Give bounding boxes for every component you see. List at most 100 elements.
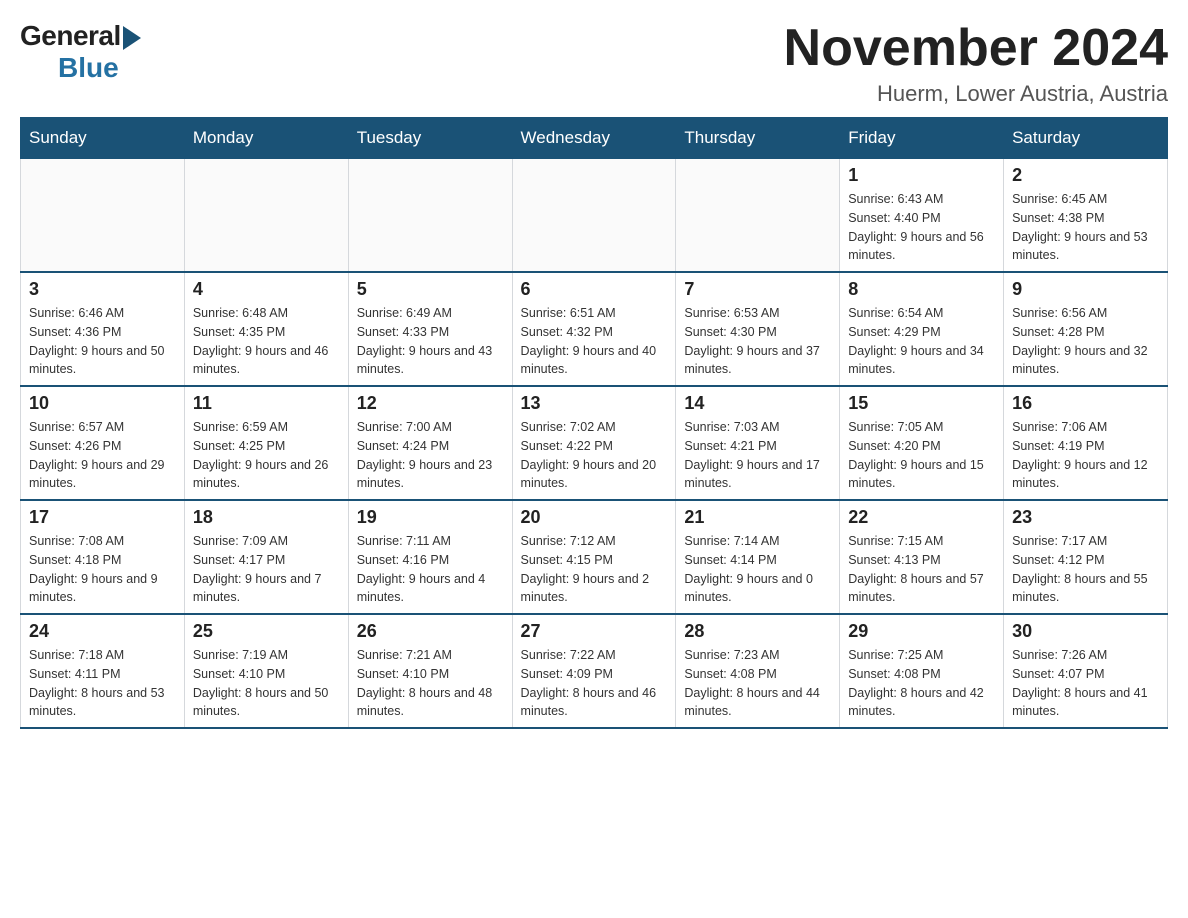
day-cell: 14 Sunrise: 7:03 AM Sunset: 4:21 PM Dayli… (676, 386, 840, 500)
day-number: 1 (848, 165, 995, 186)
day-info: Sunrise: 7:11 AM Sunset: 4:16 PM Dayligh… (357, 532, 504, 607)
day-cell: 27 Sunrise: 7:22 AM Sunset: 4:09 PM Dayli… (512, 614, 676, 728)
day-info: Sunrise: 6:45 AM Sunset: 4:38 PM Dayligh… (1012, 190, 1159, 265)
day-cell (348, 159, 512, 273)
day-cell (21, 159, 185, 273)
day-number: 2 (1012, 165, 1159, 186)
day-info: Sunrise: 7:12 AM Sunset: 4:15 PM Dayligh… (521, 532, 668, 607)
day-info: Sunrise: 7:21 AM Sunset: 4:10 PM Dayligh… (357, 646, 504, 721)
day-number: 17 (29, 507, 176, 528)
day-cell (512, 159, 676, 273)
day-info: Sunrise: 7:06 AM Sunset: 4:19 PM Dayligh… (1012, 418, 1159, 493)
day-info: Sunrise: 6:48 AM Sunset: 4:35 PM Dayligh… (193, 304, 340, 379)
day-number: 20 (521, 507, 668, 528)
day-cell (676, 159, 840, 273)
week-row-5: 24Sunrise: 7:18 AM Sunset: 4:11 PM Dayli… (21, 614, 1168, 728)
calendar-table: SundayMondayTuesdayWednesdayThursdayFrid… (20, 117, 1168, 729)
day-info: Sunrise: 7:09 AM Sunset: 4:17 PM Dayligh… (193, 532, 340, 607)
day-info: Sunrise: 7:02 AM Sunset: 4:22 PM Dayligh… (521, 418, 668, 493)
day-cell: 23 Sunrise: 7:17 AM Sunset: 4:12 PM Dayli… (1004, 500, 1168, 614)
day-info: Sunrise: 7:23 AM Sunset: 4:08 PM Dayligh… (684, 646, 831, 721)
day-info: Sunrise: 6:49 AM Sunset: 4:33 PM Dayligh… (357, 304, 504, 379)
day-cell: 28 Sunrise: 7:23 AM Sunset: 4:08 PM Dayli… (676, 614, 840, 728)
day-number: 21 (684, 507, 831, 528)
title-block: November 2024 Huerm, Lower Austria, Aust… (784, 20, 1168, 107)
day-info: Sunrise: 7:00 AM Sunset: 4:24 PM Dayligh… (357, 418, 504, 493)
day-cell: 6Sunrise: 6:51 AM Sunset: 4:32 PM Daylig… (512, 272, 676, 386)
day-info: Sunrise: 7:14 AM Sunset: 4:14 PM Dayligh… (684, 532, 831, 607)
header-cell-sunday: Sunday (21, 118, 185, 159)
day-cell: 1 Sunrise: 6:43 AM Sunset: 4:40 PM Daylig… (840, 159, 1004, 273)
day-cell: 19 Sunrise: 7:11 AM Sunset: 4:16 PM Dayli… (348, 500, 512, 614)
day-cell: 30 Sunrise: 7:26 AM Sunset: 4:07 PM Dayli… (1004, 614, 1168, 728)
day-number: 14 (684, 393, 831, 414)
day-info: Sunrise: 7:15 AM Sunset: 4:13 PM Dayligh… (848, 532, 995, 607)
day-info: Sunrise: 6:43 AM Sunset: 4:40 PM Dayligh… (848, 190, 995, 265)
day-cell: 29 Sunrise: 7:25 AM Sunset: 4:08 PM Dayli… (840, 614, 1004, 728)
week-row-2: 3Sunrise: 6:46 AM Sunset: 4:36 PM Daylig… (21, 272, 1168, 386)
day-info: Sunrise: 7:26 AM Sunset: 4:07 PM Dayligh… (1012, 646, 1159, 721)
logo-blue: Blue (58, 52, 141, 84)
logo-arrow-icon (123, 26, 141, 50)
day-info: Sunrise: 6:54 AM Sunset: 4:29 PM Dayligh… (848, 304, 995, 379)
day-number: 25 (193, 621, 340, 642)
day-info: Sunrise: 6:51 AM Sunset: 4:32 PM Dayligh… (521, 304, 668, 379)
day-info: Sunrise: 6:53 AM Sunset: 4:30 PM Dayligh… (684, 304, 831, 379)
day-number: 28 (684, 621, 831, 642)
day-number: 26 (357, 621, 504, 642)
day-info: Sunrise: 7:19 AM Sunset: 4:10 PM Dayligh… (193, 646, 340, 721)
header-cell-friday: Friday (840, 118, 1004, 159)
day-number: 10 (29, 393, 176, 414)
day-number: 30 (1012, 621, 1159, 642)
day-info: Sunrise: 7:25 AM Sunset: 4:08 PM Dayligh… (848, 646, 995, 721)
day-cell (184, 159, 348, 273)
day-number: 23 (1012, 507, 1159, 528)
day-cell: 25 Sunrise: 7:19 AM Sunset: 4:10 PM Dayli… (184, 614, 348, 728)
day-number: 29 (848, 621, 995, 642)
header-cell-tuesday: Tuesday (348, 118, 512, 159)
calendar-header: SundayMondayTuesdayWednesdayThursdayFrid… (21, 118, 1168, 159)
day-number: 18 (193, 507, 340, 528)
day-info: Sunrise: 7:18 AM Sunset: 4:11 PM Dayligh… (29, 646, 176, 721)
day-number: 22 (848, 507, 995, 528)
day-number: 8 (848, 279, 995, 300)
day-cell: 24Sunrise: 7:18 AM Sunset: 4:11 PM Dayli… (21, 614, 185, 728)
day-cell: 7Sunrise: 6:53 AM Sunset: 4:30 PM Daylig… (676, 272, 840, 386)
week-row-3: 10 Sunrise: 6:57 AM Sunset: 4:26 PM Dayli… (21, 386, 1168, 500)
day-cell: 22 Sunrise: 7:15 AM Sunset: 4:13 PM Dayli… (840, 500, 1004, 614)
day-info: Sunrise: 7:22 AM Sunset: 4:09 PM Dayligh… (521, 646, 668, 721)
day-info: Sunrise: 7:17 AM Sunset: 4:12 PM Dayligh… (1012, 532, 1159, 607)
day-number: 9 (1012, 279, 1159, 300)
day-number: 11 (193, 393, 340, 414)
header-row: SundayMondayTuesdayWednesdayThursdayFrid… (21, 118, 1168, 159)
day-cell: 9 Sunrise: 6:56 AM Sunset: 4:28 PM Daylig… (1004, 272, 1168, 386)
day-number: 4 (193, 279, 340, 300)
day-cell: 10 Sunrise: 6:57 AM Sunset: 4:26 PM Dayli… (21, 386, 185, 500)
day-info: Sunrise: 7:03 AM Sunset: 4:21 PM Dayligh… (684, 418, 831, 493)
day-cell: 5 Sunrise: 6:49 AM Sunset: 4:33 PM Daylig… (348, 272, 512, 386)
logo: General Blue (20, 20, 141, 84)
day-cell: 26 Sunrise: 7:21 AM Sunset: 4:10 PM Dayli… (348, 614, 512, 728)
day-number: 15 (848, 393, 995, 414)
day-info: Sunrise: 6:56 AM Sunset: 4:28 PM Dayligh… (1012, 304, 1159, 379)
day-number: 27 (521, 621, 668, 642)
day-cell: 21 Sunrise: 7:14 AM Sunset: 4:14 PM Dayli… (676, 500, 840, 614)
day-cell: 20 Sunrise: 7:12 AM Sunset: 4:15 PM Dayli… (512, 500, 676, 614)
day-cell: 12 Sunrise: 7:00 AM Sunset: 4:24 PM Dayli… (348, 386, 512, 500)
day-cell: 18 Sunrise: 7:09 AM Sunset: 4:17 PM Dayli… (184, 500, 348, 614)
day-info: Sunrise: 6:57 AM Sunset: 4:26 PM Dayligh… (29, 418, 176, 493)
calendar-body: 1 Sunrise: 6:43 AM Sunset: 4:40 PM Daylig… (21, 159, 1168, 729)
day-number: 3 (29, 279, 176, 300)
day-number: 5 (357, 279, 504, 300)
page-header: General Blue November 2024 Huerm, Lower … (20, 20, 1168, 107)
day-number: 12 (357, 393, 504, 414)
day-cell: 13Sunrise: 7:02 AM Sunset: 4:22 PM Dayli… (512, 386, 676, 500)
day-cell: 3Sunrise: 6:46 AM Sunset: 4:36 PM Daylig… (21, 272, 185, 386)
day-cell: 8 Sunrise: 6:54 AM Sunset: 4:29 PM Daylig… (840, 272, 1004, 386)
logo-general: General (20, 20, 121, 52)
header-cell-wednesday: Wednesday (512, 118, 676, 159)
page-title: November 2024 (784, 20, 1168, 77)
day-number: 19 (357, 507, 504, 528)
week-row-4: 17Sunrise: 7:08 AM Sunset: 4:18 PM Dayli… (21, 500, 1168, 614)
day-number: 16 (1012, 393, 1159, 414)
